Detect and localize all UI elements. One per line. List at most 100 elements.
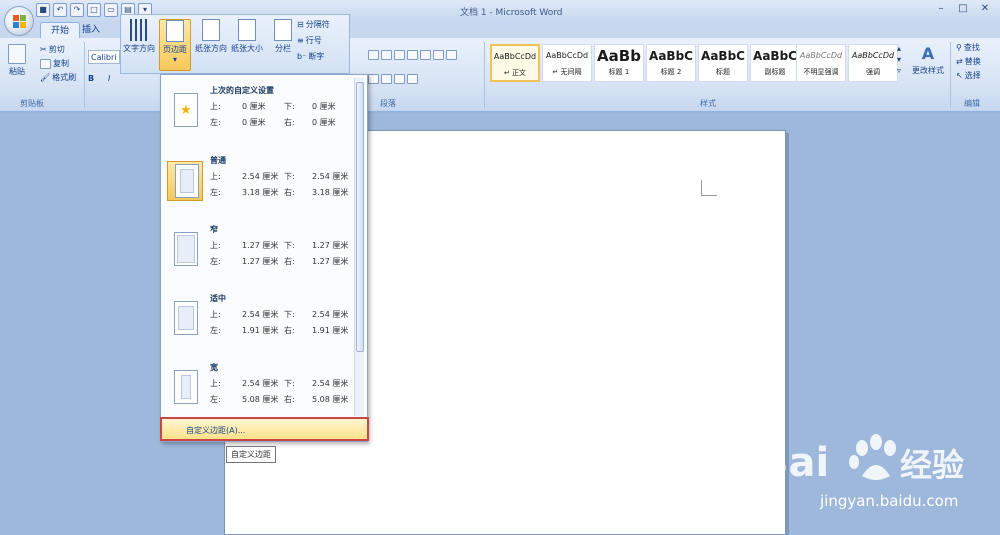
align-left-icon[interactable] <box>381 50 392 60</box>
chevron-down-icon: ▾ <box>172 55 177 64</box>
style-heading-2[interactable]: AaBbC 标题 2 <box>646 44 696 82</box>
custom-margins-tooltip: 自定义边距 <box>226 446 276 463</box>
styles-group-label: 样式 <box>700 99 716 108</box>
orientation-button[interactable]: 纸张方向 <box>193 19 229 71</box>
paragraph-toolbar <box>368 50 457 60</box>
margins-icon <box>166 20 184 42</box>
margin-option-narrow[interactable]: 窄 上: 1.27 厘米 下: 1.27 厘米 左: 1.27 厘米 右: 1.… <box>161 216 357 284</box>
copy-icon <box>40 58 51 69</box>
align-right-icon[interactable] <box>407 50 418 60</box>
line-numbers-button[interactable]: ≡ 行号 <box>297 35 322 46</box>
show-marks-icon[interactable] <box>446 50 457 60</box>
indent-icon[interactable] <box>368 50 379 60</box>
margin-option-wide[interactable]: 宽 上: 2.54 厘米 下: 2.54 厘米 左: 5.08 厘米 右: 5.… <box>161 354 357 422</box>
redo-icon[interactable]: ↷ <box>70 3 84 17</box>
line-numbers-icon: ≡ <box>297 36 304 45</box>
watermark-url: jingyan.baidu.com <box>820 492 959 510</box>
more-icon[interactable]: ▿ <box>897 66 901 75</box>
paper-size-icon <box>238 19 256 41</box>
tab-insert[interactable]: 插入 <box>72 22 110 38</box>
copy-button[interactable]: 复制 <box>40 58 69 69</box>
custom-margins-item[interactable]: 自定义边距(A)... <box>160 417 369 441</box>
style-subtle-emphasis[interactable]: AaBbCcDd 不明显强调 <box>796 44 846 82</box>
star-page-icon: ★ <box>167 91 203 131</box>
bold-button[interactable]: B <box>88 74 94 83</box>
chevron-up-icon[interactable]: ▴ <box>897 44 901 53</box>
wide-margin-icon <box>167 368 203 408</box>
open-icon[interactable]: ▭ <box>104 3 118 17</box>
menu-scrollbar[interactable] <box>354 78 364 416</box>
cut-button[interactable]: ✂ 剪切 <box>40 44 65 55</box>
style-no-spacing[interactable]: AaBbCcDd ↵ 无间隔 <box>542 44 592 82</box>
breaks-button[interactable]: ⊟ 分隔符 <box>297 19 330 30</box>
border-icon[interactable] <box>407 74 418 84</box>
margins-dropdown: ★ 上次的自定义设置 上: 0 厘米 下: 0 厘米 左: 0 厘米 右: 0 … <box>160 74 368 442</box>
orientation-icon <box>202 19 220 41</box>
binoculars-icon: ⚲ <box>956 43 962 52</box>
breaks-icon: ⊟ <box>297 20 304 29</box>
paragraph-group-label: 段落 <box>380 99 396 108</box>
watermark-brand-2: 经验 <box>900 446 964 484</box>
select-button[interactable]: ↖ 选择 <box>956 70 981 81</box>
style-heading-1[interactable]: AaBb 标题 1 <box>594 44 644 82</box>
justify-icon[interactable] <box>368 74 379 84</box>
margin-option-normal[interactable]: 普通 上: 2.54 厘米 下: 2.54 厘米 左: 3.18 厘米 右: 3… <box>161 147 357 215</box>
close-icon[interactable]: ✕ <box>974 2 996 16</box>
size-button[interactable]: 纸张大小 <box>229 19 265 71</box>
office-logo-icon <box>13 15 26 28</box>
sort-icon[interactable] <box>433 50 444 60</box>
style-normal[interactable]: AaBbCcDd ↵ 正文 <box>490 44 540 82</box>
text-direction-icon <box>130 19 148 41</box>
replace-icon: ⇄ <box>956 57 963 66</box>
margin-option-last-custom[interactable]: ★ 上次的自定义设置 上: 0 厘米 下: 0 厘米 左: 0 厘米 右: 0 … <box>161 77 357 145</box>
align-center-icon[interactable] <box>394 50 405 60</box>
watermark-brand: Bai <box>758 440 829 486</box>
maximize-icon[interactable]: □ <box>952 2 974 16</box>
paste-button[interactable]: 粘贴 <box>8 44 26 77</box>
style-emphasis[interactable]: AaBbCcDd 强调 <box>848 44 898 82</box>
change-styles-button[interactable]: A 更改样式 <box>910 44 946 76</box>
office-button[interactable] <box>4 6 34 36</box>
margins-button[interactable]: 页边距 ▾ <box>159 19 191 71</box>
style-subtitle[interactable]: AaBbC 副标题 <box>750 44 800 82</box>
format-painter-button[interactable]: 🖌 格式刷 <box>40 72 76 83</box>
clipboard-group-label: 剪贴板 <box>20 99 44 108</box>
replace-button[interactable]: ⇄ 替换 <box>956 56 981 67</box>
scroll-thumb[interactable] <box>356 82 364 352</box>
paw-icon <box>849 434 896 480</box>
group-divider <box>84 42 85 108</box>
line-spacing-icon[interactable] <box>381 74 392 84</box>
normal-margin-icon <box>167 161 203 201</box>
margin-corner-mark <box>701 180 717 196</box>
style-title[interactable]: AaBbC 标题 <box>698 44 748 82</box>
find-button[interactable]: ⚲ 查找 <box>956 42 980 53</box>
hyphenation-icon: b⁻ <box>297 52 307 61</box>
page-setup-strip: 文字方向 页边距 ▾ 纸张方向 纸张大小 分栏 ⊟ 分隔符 ≡ 行号 b⁻ 断字 <box>120 14 350 74</box>
paste-icon <box>8 44 26 64</box>
minimize-icon[interactable]: – <box>930 2 952 16</box>
font-name-combo[interactable]: Calibri <box>88 50 120 64</box>
moderate-margin-icon <box>167 299 203 339</box>
group-divider <box>484 42 485 108</box>
text-direction-button[interactable]: 文字方向 <box>123 19 155 71</box>
new-icon[interactable]: □ <box>87 3 101 17</box>
shading-icon[interactable] <box>394 74 405 84</box>
hyphenation-button[interactable]: b⁻ 断字 <box>297 51 324 62</box>
group-divider <box>950 42 951 108</box>
decrease-indent-icon[interactable] <box>420 50 431 60</box>
undo-icon[interactable]: ↶ <box>53 3 67 17</box>
columns-button[interactable]: 分栏 <box>267 19 299 71</box>
save-icon[interactable]: ■ <box>36 3 50 17</box>
change-styles-icon: A <box>921 44 935 63</box>
styles-scroll[interactable]: ▴ ▾ ▿ <box>897 44 901 75</box>
baidu-jingyan-watermark: Bai 经验 <box>758 434 964 486</box>
columns-icon <box>274 19 292 41</box>
margin-option-moderate[interactable]: 适中 上: 2.54 厘米 下: 2.54 厘米 左: 1.91 厘米 右: 1… <box>161 285 357 353</box>
cursor-icon: ↖ <box>956 71 963 80</box>
scissors-icon: ✂ <box>40 45 47 54</box>
narrow-margin-icon <box>167 230 203 270</box>
chevron-down-icon[interactable]: ▾ <box>897 55 901 64</box>
brush-icon: 🖌 <box>40 73 51 82</box>
italic-button[interactable]: I <box>108 74 110 83</box>
editing-group-label: 编辑 <box>964 99 980 108</box>
